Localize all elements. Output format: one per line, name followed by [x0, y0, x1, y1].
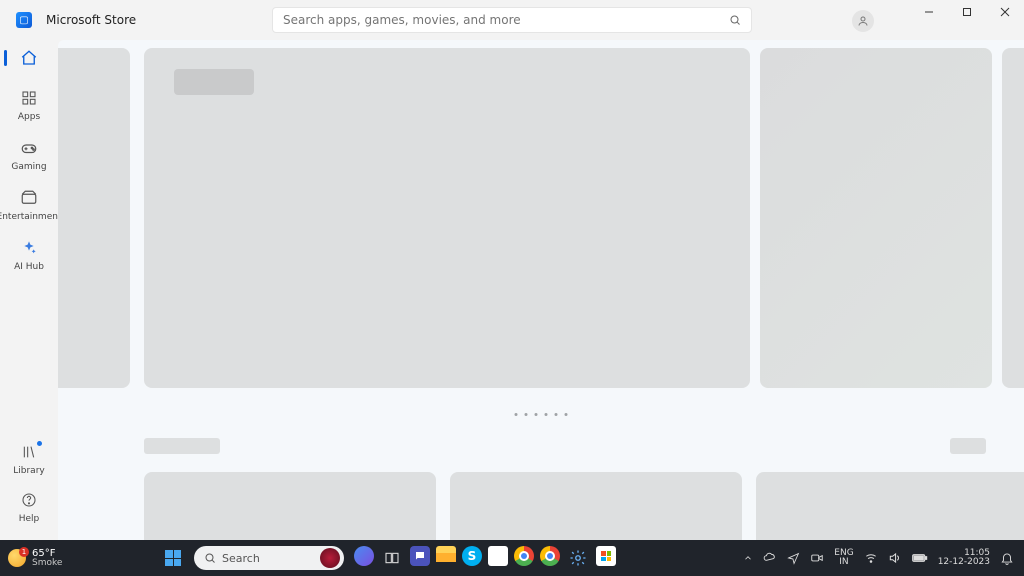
- carousel-dot[interactable]: [515, 413, 518, 416]
- lang-bottom: IN: [839, 558, 848, 567]
- taskbar-app-explorer[interactable]: [436, 546, 456, 562]
- carousel-dot[interactable]: [525, 413, 528, 416]
- taskbar-app-copilot[interactable]: [354, 546, 374, 566]
- apps-icon: [19, 88, 39, 108]
- system-tray: ENG IN 11:05 12-12-2023: [743, 549, 1014, 567]
- skeleton-pill: [144, 438, 220, 454]
- tray-overflow[interactable]: [743, 553, 753, 563]
- search-input[interactable]: [283, 13, 729, 27]
- taskbar-app-store[interactable]: [596, 546, 616, 566]
- skeleton-pill: [174, 69, 254, 95]
- gaming-icon: [19, 138, 39, 158]
- taskbar-center: Search S: [160, 545, 616, 571]
- tray-meetnow-icon[interactable]: [810, 551, 824, 565]
- carousel-card-main[interactable]: [144, 48, 750, 388]
- content-area: [58, 40, 1024, 540]
- search-box[interactable]: [272, 7, 752, 33]
- window-title: Microsoft Store: [46, 13, 136, 27]
- search-icon: [729, 14, 741, 26]
- carousel-card-next[interactable]: [760, 48, 992, 388]
- carousel-card-peek-left[interactable]: [58, 48, 130, 388]
- skeleton-card: [756, 472, 1024, 540]
- taskbar-search[interactable]: Search: [194, 546, 344, 570]
- sidebar-item-apps[interactable]: Apps: [0, 88, 58, 122]
- taskbar-search-label: Search: [222, 552, 260, 565]
- sidebar-item-label: Entertainment: [0, 212, 61, 222]
- minimize-button[interactable]: [910, 0, 948, 24]
- card-row-skeleton: [58, 472, 1024, 540]
- clock-date: 12-12-2023: [938, 558, 990, 567]
- hero-carousel: [58, 48, 1024, 408]
- search-highlight-icon: [320, 548, 340, 568]
- window-controls: [910, 0, 1024, 24]
- sidebar-item-label: Gaming: [11, 162, 46, 172]
- notification-dot-icon: [37, 441, 42, 446]
- sidebar-item-library[interactable]: Library: [0, 442, 58, 476]
- close-button[interactable]: [986, 0, 1024, 24]
- taskbar-app-chat[interactable]: [410, 546, 430, 566]
- sidebar-item-label: Library: [13, 466, 44, 476]
- tray-language[interactable]: ENG IN: [834, 549, 853, 567]
- weather-alert-badge: 1: [19, 547, 29, 557]
- sidebar-item-gaming[interactable]: Gaming: [0, 138, 58, 172]
- sidebar-item-aihub[interactable]: AI Hub: [0, 238, 58, 272]
- section-header-skeleton: [58, 438, 1024, 454]
- taskbar-app-settings[interactable]: [566, 546, 590, 570]
- skeleton-card: [144, 472, 436, 540]
- maximize-button[interactable]: [948, 0, 986, 24]
- windows-icon: [165, 550, 181, 566]
- home-icon: [19, 48, 39, 68]
- titlebar: ▢ Microsoft Store: [0, 0, 1024, 40]
- sidebar-item-entertainment[interactable]: Entertainment: [0, 188, 58, 222]
- skeleton-pill: [950, 438, 986, 454]
- entertainment-icon: [19, 188, 39, 208]
- search-icon: [204, 552, 216, 564]
- account-button[interactable]: [852, 10, 874, 32]
- taskbar-weather[interactable]: 1 65°F Smoke: [8, 549, 62, 568]
- sidebar-item-label: Apps: [18, 112, 40, 122]
- tray-onedrive-icon[interactable]: [763, 551, 777, 565]
- taskbar-app-chrome[interactable]: [514, 546, 534, 566]
- tray-location-icon[interactable]: [787, 552, 800, 565]
- pinned-apps: S: [354, 546, 616, 570]
- taskbar-app-generic[interactable]: [488, 546, 508, 566]
- weather-icon: 1: [8, 549, 26, 567]
- carousel-dot[interactable]: [535, 413, 538, 416]
- sidebar-item-label: AI Hub: [14, 262, 44, 272]
- carousel-dot[interactable]: [565, 413, 568, 416]
- start-button[interactable]: [160, 545, 186, 571]
- help-icon: [19, 490, 39, 510]
- taskbar: 1 65°F Smoke Search S: [0, 540, 1024, 576]
- tray-wifi-icon[interactable]: [864, 551, 878, 565]
- sidebar-item-label: Help: [19, 514, 40, 524]
- carousel-dot[interactable]: [545, 413, 548, 416]
- sidebar: Apps Gaming Entertainment AI Hub Library: [0, 40, 58, 540]
- tray-volume-icon[interactable]: [888, 551, 902, 565]
- skeleton-card: [450, 472, 742, 540]
- tray-battery-icon[interactable]: [912, 552, 928, 564]
- aihub-icon: [19, 238, 39, 258]
- store-logo-icon: ▢: [16, 12, 32, 28]
- weather-temp: 65°F: [32, 549, 62, 559]
- carousel-card-peek-right[interactable]: [1002, 48, 1024, 388]
- library-icon: [19, 442, 39, 462]
- sidebar-item-help[interactable]: Help: [0, 490, 58, 524]
- carousel-dot[interactable]: [555, 413, 558, 416]
- weather-label: Smoke: [32, 559, 62, 568]
- tray-clock[interactable]: 11:05 12-12-2023: [938, 549, 990, 567]
- tray-notifications-icon[interactable]: [1000, 551, 1014, 565]
- taskbar-app-skype[interactable]: S: [462, 546, 482, 566]
- carousel-pagination[interactable]: [515, 413, 568, 416]
- taskbar-app-taskview[interactable]: [380, 546, 404, 570]
- sidebar-item-home[interactable]: [0, 48, 58, 72]
- taskbar-app-chrome2[interactable]: [540, 546, 560, 566]
